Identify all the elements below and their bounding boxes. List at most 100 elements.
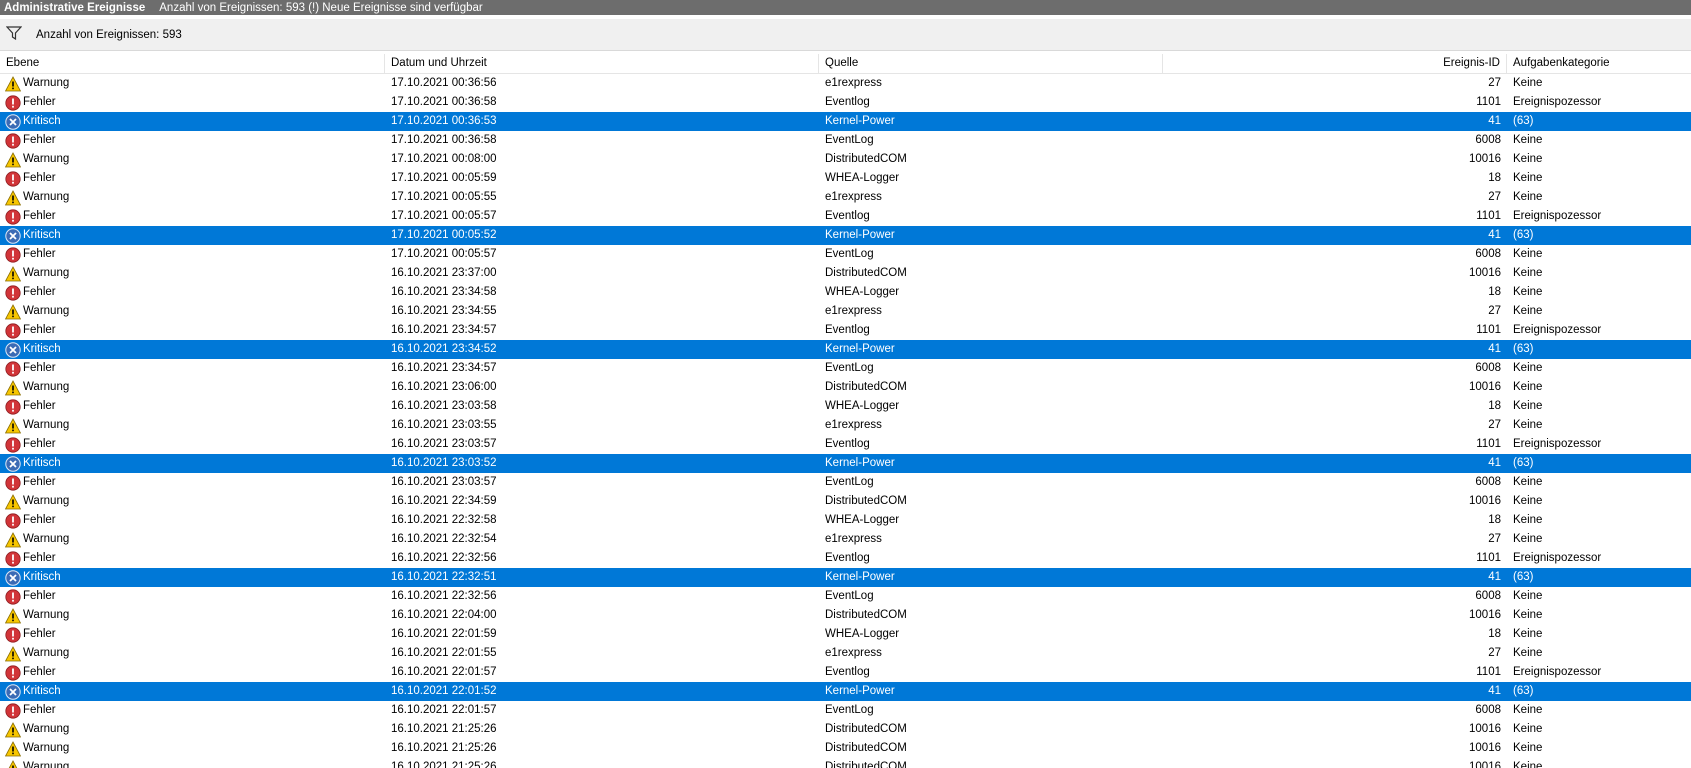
table-row[interactable]: Warnung 16.10.2021 22:01:55 e1rexpress 27 Ke…	[0, 644, 1691, 663]
table-row[interactable]: Kritisch 17.10.2021 00:36:53 Kernel-Power 4…	[0, 112, 1691, 131]
table-row[interactable]: Fehler 16.10.2021 23:34:57 EventLog 6008 Kei…	[0, 359, 1691, 378]
table-row[interactable]: Fehler 17.10.2021 00:36:58 Eventlog 1101 Ere…	[0, 93, 1691, 112]
row-task-category: (63)	[1513, 685, 1534, 697]
warning-icon	[5, 759, 21, 768]
row-level-text: Kritisch	[23, 685, 61, 697]
column-header-datetime[interactable]: Datum und Uhrzeit	[385, 54, 819, 73]
warning-icon	[5, 75, 21, 92]
row-source: EventLog	[825, 476, 874, 488]
row-task-category: Ereignispozessor	[1513, 210, 1602, 222]
critical-icon	[5, 227, 21, 244]
table-row[interactable]: Warnung 16.10.2021 22:34:59 DistributedCOM…	[0, 492, 1691, 511]
warning-icon	[5, 645, 21, 662]
table-row[interactable]: Warnung 16.10.2021 23:37:00 DistributedCOM…	[0, 264, 1691, 283]
critical-icon	[5, 341, 21, 358]
table-row[interactable]: Warnung 17.10.2021 00:05:55 e1rexpress 27 Ke…	[0, 188, 1691, 207]
row-datetime: 17.10.2021 00:05:57	[391, 210, 497, 222]
table-row[interactable]: Fehler 16.10.2021 23:34:58 WHEA-Logger 18 Ke…	[0, 283, 1691, 302]
row-event-id: 1101	[1476, 210, 1501, 222]
row-event-id: 18	[1488, 286, 1501, 298]
row-event-id: 41	[1488, 457, 1501, 469]
table-row[interactable]: Fehler 16.10.2021 22:01:57 EventLog 6008 Kei…	[0, 701, 1691, 720]
log-title: Administrative Ereignisse	[4, 1, 146, 14]
row-task-category: Keine	[1513, 590, 1543, 602]
row-event-id: 10016	[1469, 761, 1501, 768]
row-source: Kernel-Power	[825, 571, 895, 583]
table-row[interactable]: Warnung 16.10.2021 23:06:00 DistributedCOM…	[0, 378, 1691, 397]
row-datetime: 17.10.2021 00:08:00	[391, 153, 497, 165]
row-level: Warnung	[0, 720, 385, 739]
row-datetime: 17.10.2021 00:36:53	[391, 115, 497, 127]
table-row[interactable]: Warnung 16.10.2021 21:25:26 DistributedCOM…	[0, 739, 1691, 758]
table-row[interactable]: Warnung 16.10.2021 22:04:00 DistributedCOM…	[0, 606, 1691, 625]
table-row[interactable]: Warnung 17.10.2021 00:36:56 e1rexpress 27 Ke…	[0, 74, 1691, 93]
column-header-level[interactable]: Ebene	[0, 54, 385, 73]
row-level: Fehler	[0, 207, 385, 226]
table-row[interactable]: Warnung 17.10.2021 00:08:00 DistributedCOM…	[0, 150, 1691, 169]
table-row[interactable]: Fehler 16.10.2021 22:01:57 Eventlog 1101 Ere…	[0, 663, 1691, 682]
table-row[interactable]: Warnung 16.10.2021 22:32:54 e1rexpress 27 Ke…	[0, 530, 1691, 549]
table-row[interactable]: Fehler 16.10.2021 22:32:56 EventLog 6008 Kei…	[0, 587, 1691, 606]
row-source: DistributedCOM	[825, 495, 907, 507]
table-row[interactable]: Kritisch 16.10.2021 22:01:52 Kernel-Power 4…	[0, 682, 1691, 701]
filter-icon[interactable]	[0, 26, 23, 43]
row-level: Warnung	[0, 264, 385, 283]
row-task-category: Keine	[1513, 609, 1543, 621]
warning-icon	[5, 740, 21, 757]
row-datetime: 16.10.2021 23:34:52	[391, 343, 497, 355]
row-level-text: Warnung	[23, 742, 70, 754]
table-row[interactable]: Fehler 16.10.2021 23:03:58 WHEA-Logger 18 Ke…	[0, 397, 1691, 416]
table-row[interactable]: Fehler 17.10.2021 00:05:57 Eventlog 1101 Ere…	[0, 207, 1691, 226]
table-row[interactable]: Kritisch 16.10.2021 23:03:52 Kernel-Power 4…	[0, 454, 1691, 473]
table-row[interactable]: Kritisch 17.10.2021 00:05:52 Kernel-Power 4…	[0, 226, 1691, 245]
row-level-text: Warnung	[23, 647, 70, 659]
row-datetime: 16.10.2021 23:06:00	[391, 381, 497, 393]
error-icon	[5, 474, 21, 491]
table-row[interactable]: Warnung 16.10.2021 21:25:26 DistributedCOM…	[0, 758, 1691, 768]
table-row[interactable]: Fehler 16.10.2021 23:03:57 Eventlog 1101 Ere…	[0, 435, 1691, 454]
table-row[interactable]: Warnung 16.10.2021 21:25:26 DistributedCOM…	[0, 720, 1691, 739]
row-event-id: 6008	[1475, 704, 1501, 716]
table-row[interactable]: Kritisch 16.10.2021 22:32:51 Kernel-Power 4…	[0, 568, 1691, 587]
row-level: Kritisch	[0, 568, 385, 587]
table-row[interactable]: Fehler 16.10.2021 22:01:59 WHEA-Logger 18 Ke…	[0, 625, 1691, 644]
table-row[interactable]: Fehler 16.10.2021 23:34:57 Eventlog 1101 Ere…	[0, 321, 1691, 340]
column-header-source[interactable]: Quelle	[819, 54, 1163, 73]
row-event-id: 6008	[1475, 590, 1501, 602]
row-event-id: 10016	[1469, 609, 1501, 621]
row-event-id: 10016	[1469, 381, 1501, 393]
row-level-text: Warnung	[23, 153, 70, 165]
row-level: Warnung	[0, 644, 385, 663]
error-icon	[5, 626, 21, 643]
row-source: EventLog	[825, 134, 874, 146]
row-source: DistributedCOM	[825, 742, 907, 754]
row-source: Kernel-Power	[825, 115, 895, 127]
table-row[interactable]: Kritisch 16.10.2021 23:34:52 Kernel-Power 4…	[0, 340, 1691, 359]
critical-icon	[5, 113, 21, 130]
row-level: Fehler	[0, 435, 385, 454]
row-task-category: Keine	[1513, 704, 1543, 716]
table-row[interactable]: Fehler 17.10.2021 00:05:57 EventLog 6008 Kei…	[0, 245, 1691, 264]
table-row[interactable]: Fehler 16.10.2021 22:32:56 Eventlog 1101 Ere…	[0, 549, 1691, 568]
row-level: Kritisch	[0, 340, 385, 359]
table-row[interactable]: Fehler 17.10.2021 00:36:58 EventLog 6008 Kei…	[0, 131, 1691, 150]
row-level: Warnung	[0, 150, 385, 169]
error-icon	[5, 550, 21, 567]
row-event-id: 27	[1488, 419, 1501, 431]
row-datetime: 16.10.2021 23:34:58	[391, 286, 497, 298]
table-row[interactable]: Warnung 16.10.2021 23:03:55 e1rexpress 27 Ke…	[0, 416, 1691, 435]
row-task-category: Keine	[1513, 476, 1543, 488]
row-source: WHEA-Logger	[825, 400, 900, 412]
table-row[interactable]: Fehler 16.10.2021 23:03:57 EventLog 6008 Kei…	[0, 473, 1691, 492]
row-level: Warnung	[0, 492, 385, 511]
row-level: Warnung	[0, 302, 385, 321]
row-event-id: 6008	[1475, 134, 1501, 146]
row-task-category: Keine	[1513, 153, 1543, 165]
column-header-event-id[interactable]: Ereignis-ID	[1163, 54, 1507, 73]
row-level: Fehler	[0, 245, 385, 264]
column-header-task-category[interactable]: Aufgabenkategorie	[1507, 54, 1691, 73]
table-row[interactable]: Fehler 17.10.2021 00:05:59 WHEA-Logger 18 Ke…	[0, 169, 1691, 188]
table-row[interactable]: Fehler 16.10.2021 22:32:58 WHEA-Logger 18 Ke…	[0, 511, 1691, 530]
table-row[interactable]: Warnung 16.10.2021 23:34:55 e1rexpress 27 Ke…	[0, 302, 1691, 321]
warning-icon	[5, 303, 21, 320]
